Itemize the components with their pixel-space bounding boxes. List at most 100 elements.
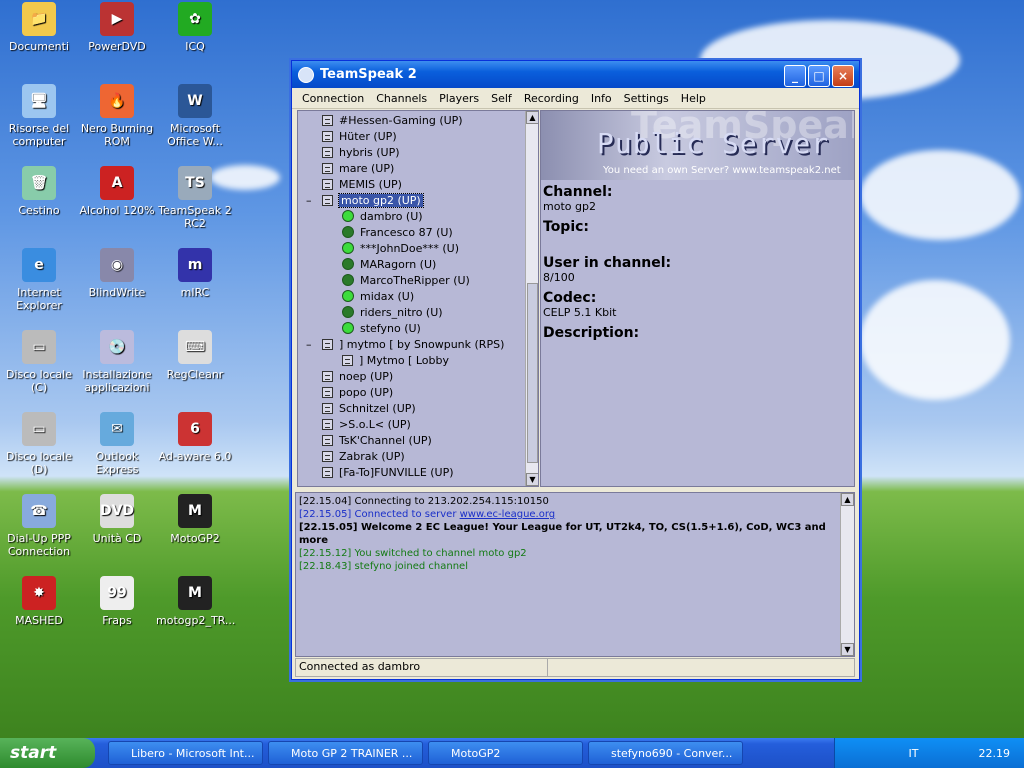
taskbar-button[interactable]: Moto GP 2 TRAINER ... bbox=[268, 741, 423, 765]
tree-user[interactable]: midax (U) bbox=[342, 288, 414, 304]
tree-user[interactable]: Francesco 87 (U) bbox=[342, 224, 453, 240]
desktop-icon[interactable]: m mIRC bbox=[156, 248, 234, 299]
tree-user[interactable]: stefyno (U) bbox=[342, 320, 421, 336]
taskbar-button[interactable]: MotoGP2 bbox=[428, 741, 583, 765]
minimize-button[interactable]: _ bbox=[784, 65, 806, 87]
scroll-up-arrow-icon[interactable]: ▲ bbox=[526, 111, 538, 124]
scroll-thumb[interactable] bbox=[527, 283, 538, 463]
collapse-icon[interactable]: – bbox=[306, 194, 312, 207]
desktop-icon[interactable]: 💿 Installazione applicazioni bbox=[78, 330, 156, 394]
menu-item-settings[interactable]: Settings bbox=[618, 92, 675, 105]
start-button[interactable]: start bbox=[0, 738, 95, 768]
close-button[interactable]: × bbox=[832, 65, 854, 87]
tree-channel[interactable]: popo (UP) bbox=[322, 384, 393, 400]
desktop-icon[interactable]: ☎ Dial-Up PPP Connection bbox=[0, 494, 78, 558]
tree-channel[interactable]: #Hessen-Gaming (UP) bbox=[322, 112, 463, 128]
desktop-icon[interactable]: M MotoGP2 bbox=[156, 494, 234, 545]
tree-channel[interactable]: TsK'Channel (UP) bbox=[322, 432, 432, 448]
log-time: [22.15.05] bbox=[299, 522, 358, 533]
desktop-icon[interactable]: ▭ Disco locale (C) bbox=[0, 330, 78, 394]
tree-label: MarcoTheRipper (U) bbox=[360, 273, 470, 287]
taskbar-button[interactable]: Libero - Microsoft Int... bbox=[108, 741, 263, 765]
desktop-icon-glyph-icon: ⌨ bbox=[178, 330, 212, 364]
desktop-icon[interactable]: A Alcohol 120% bbox=[78, 166, 156, 217]
tree-user[interactable]: MARagorn (U) bbox=[342, 256, 436, 272]
tree-channel[interactable]: >S.o.L< (UP) bbox=[322, 416, 411, 432]
desktop-icon-glyph-icon: ▭ bbox=[22, 330, 56, 364]
desktop-icon[interactable]: TS TeamSpeak 2 RC2 bbox=[156, 166, 234, 230]
desktop-icon[interactable]: 🔥 Nero Burning ROM bbox=[78, 84, 156, 148]
tree-channel[interactable]: mare (UP) bbox=[322, 160, 394, 176]
desktop-icon-glyph-icon: m bbox=[178, 248, 212, 282]
desktop-icon[interactable]: e Internet Explorer bbox=[0, 248, 78, 312]
tree-channel[interactable]: noep (UP) bbox=[322, 368, 393, 384]
description-label: Description: bbox=[543, 325, 640, 341]
tree-channel[interactable]: –] mytmo [ by Snowpunk (RPS) bbox=[306, 336, 504, 352]
scroll-down-arrow-icon[interactable]: ▼ bbox=[526, 473, 538, 486]
menu-item-connection[interactable]: Connection bbox=[296, 92, 370, 105]
tree-channel[interactable]: Zabrak (UP) bbox=[322, 448, 405, 464]
tree-label: popo (UP) bbox=[339, 385, 394, 399]
tree-scrollbar[interactable]: ▲ ▼ bbox=[525, 111, 538, 486]
maximize-button[interactable]: □ bbox=[808, 65, 830, 87]
desktop-icon[interactable]: ⌨ RegCleanr bbox=[156, 330, 234, 381]
desktop-icon[interactable]: ▶ PowerDVD bbox=[78, 2, 156, 53]
tree-channel[interactable]: hybris (UP) bbox=[322, 144, 400, 160]
desktop-icon[interactable]: 99 Fraps bbox=[78, 576, 156, 627]
desktop-icon-glyph-icon: 6 bbox=[178, 412, 212, 446]
desktop-icon-label: PowerDVD bbox=[88, 40, 146, 53]
desktop-icon[interactable]: ✸ MASHED bbox=[0, 576, 78, 627]
menu-item-recording[interactable]: Recording bbox=[518, 92, 585, 105]
desktop-icon[interactable]: ✉ Outlook Express bbox=[78, 412, 156, 476]
chat-log[interactable]: [22.15.04] Connecting to 213.202.254.115… bbox=[295, 492, 855, 657]
codec-value: CELP 5.1 Kbit bbox=[543, 306, 617, 319]
desktop-icon[interactable]: 6 Ad-aware 6.0 bbox=[156, 412, 234, 463]
menu-item-help[interactable]: Help bbox=[675, 92, 712, 105]
log-link[interactable]: www.ec-league.org bbox=[460, 509, 556, 520]
desktop-icon-label: Fraps bbox=[102, 614, 132, 627]
public-server-banner: TeamSpeak Public Server You need an own … bbox=[541, 111, 854, 180]
language-indicator[interactable]: IT bbox=[909, 747, 919, 760]
tree-channel[interactable]: Schnitzel (UP) bbox=[322, 400, 416, 416]
menu-item-self[interactable]: Self bbox=[485, 92, 518, 105]
tree-label: >S.o.L< (UP) bbox=[339, 417, 411, 431]
desktop-icon[interactable]: DVD Unità CD bbox=[78, 494, 156, 545]
tree-label: midax (U) bbox=[360, 289, 415, 303]
log-scrollbar[interactable]: ▲ ▼ bbox=[840, 493, 854, 656]
desktop-icon[interactable]: 🖥 Risorse del computer bbox=[0, 84, 78, 148]
desktop-icon[interactable]: ✿ ICQ bbox=[156, 2, 234, 53]
tree-user[interactable]: dambro (U) bbox=[342, 208, 423, 224]
channel-icon bbox=[322, 370, 333, 382]
desktop-icon-label: Ad-aware 6.0 bbox=[158, 450, 232, 463]
desktop-icon[interactable]: 📁 Documenti bbox=[0, 2, 78, 53]
title-bar[interactable]: TeamSpeak 2 _ □ × bbox=[292, 61, 859, 88]
tree-channel[interactable]: MEMIS (UP) bbox=[322, 176, 402, 192]
tree-user[interactable]: MarcoTheRipper (U) bbox=[342, 272, 470, 288]
start-label: start bbox=[10, 743, 57, 763]
desktop-icon[interactable]: 🗑 Cestino bbox=[0, 166, 78, 217]
tree-channel[interactable]: – moto gp2 (UP) bbox=[306, 192, 424, 208]
channel-icon bbox=[322, 338, 333, 350]
tree-channel[interactable]: Hüter (UP) bbox=[322, 128, 397, 144]
desktop-icon[interactable]: W Microsoft Office W... bbox=[156, 84, 234, 148]
menu-item-channels[interactable]: Channels bbox=[370, 92, 433, 105]
log-line: [22.15.04] Connecting to 213.202.254.115… bbox=[299, 495, 827, 508]
desktop-icon[interactable]: ◉ BlindWrite bbox=[78, 248, 156, 299]
desktop-icon-glyph-icon: ▶ bbox=[100, 2, 134, 36]
tree-channel[interactable]: [Fa-To]FUNVILLE (UP) bbox=[322, 464, 454, 480]
menu-item-players[interactable]: Players bbox=[433, 92, 485, 105]
tree-user[interactable]: riders_nitro (U) bbox=[342, 304, 443, 320]
log-time: [22.15.12] bbox=[299, 548, 352, 559]
taskbar-button[interactable]: stefyno690 - Conver... bbox=[588, 741, 743, 765]
channel-icon bbox=[322, 114, 333, 126]
menu-item-info[interactable]: Info bbox=[585, 92, 618, 105]
tree-user[interactable]: ***JohnDoe*** (U) bbox=[342, 240, 459, 256]
desktop-icon[interactable]: ▭ Disco locale (D) bbox=[0, 412, 78, 476]
collapse-icon[interactable]: – bbox=[306, 338, 312, 351]
log-text: You switched to channel moto gp2 bbox=[354, 548, 527, 559]
tree-channel[interactable]: ] Mytmo [ Lobby bbox=[342, 352, 449, 368]
desktop-icon[interactable]: Mmotogp2_TR... bbox=[156, 576, 235, 627]
log-scroll-down-icon[interactable]: ▼ bbox=[841, 643, 854, 656]
log-scroll-up-icon[interactable]: ▲ bbox=[841, 493, 854, 506]
tree-label: stefyno (U) bbox=[360, 321, 421, 335]
